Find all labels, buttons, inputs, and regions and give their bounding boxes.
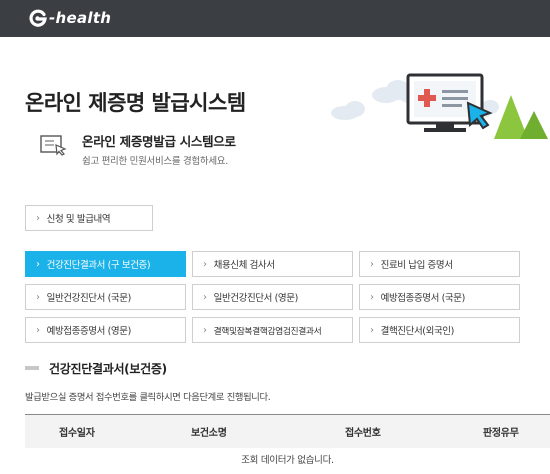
certificate-button-general-health-en[interactable]: › 일반건강진단서 (영문) (192, 284, 353, 310)
column-header-receipt-number: 접수번호 (345, 428, 381, 439)
results-table-header: 접수일자 보건소명 접수번호 판정유무 (25, 414, 550, 448)
column-header-judgment: 판정유무 (483, 428, 519, 439)
application-history-label: 신청 및 발급내역 (46, 214, 111, 225)
certificate-label: 일반건강진단서 (영문) (213, 293, 299, 304)
certificate-button-employment-exam[interactable]: › 채용신체 검사서 (192, 251, 353, 277)
column-header-date: 접수일자 (59, 428, 95, 439)
page-title: 온라인 제증명 발급시스템 (25, 91, 246, 115)
section-notice: 발급받으실 증명서 접수번호를 클릭하시면 다음단계로 진행됩니다. (25, 392, 271, 403)
certificate-label: 결핵및잠복결핵감염검진결과서 (213, 326, 322, 337)
intro-title: 온라인 제증명발급 시스템으로 (82, 134, 236, 149)
section-bar (25, 366, 39, 370)
chevron-right-icon: › (203, 324, 207, 336)
chevron-right-icon: › (203, 291, 207, 303)
certificate-button-vaccination-kr[interactable]: › 예방접종증명서 (국문) (359, 284, 520, 310)
chevron-right-icon: › (203, 258, 207, 270)
certificate-label: 결핵진단서(외국인) (380, 326, 455, 337)
column-header-health-center: 보건소명 (191, 428, 227, 439)
certificate-button-vaccination-en[interactable]: › 예방접종증명서 (영문) (25, 317, 186, 343)
brand-name: -health (49, 9, 112, 27)
certificate-label: 일반건강진단서 (국문) (46, 293, 132, 304)
brand-logo[interactable]: -health (28, 7, 111, 29)
chevron-right-icon: › (36, 291, 40, 303)
certificate-label: 예방접종증명서 (영문) (46, 326, 132, 337)
chevron-right-icon: › (36, 212, 40, 224)
certificate-label: 진료비 납입 증명서 (380, 260, 453, 271)
chevron-right-icon: › (370, 291, 374, 303)
certificate-button-tuberculosis-foreigner[interactable]: › 결핵진단서(외국인) (359, 317, 520, 343)
monitor-with-cursor-illustration (331, 73, 548, 139)
section-title-text: 건강진단결과서(보건증) (49, 361, 167, 376)
application-history-button[interactable]: › 신청 및 발급내역 (25, 205, 153, 231)
certificate-button-health-check[interactable]: › 건강진단결과서 (구 보건증) (25, 251, 186, 277)
table-empty-message: 조회 데이터가 없습니다. (241, 455, 334, 466)
chevron-right-icon: › (370, 258, 374, 270)
chevron-right-icon: › (36, 324, 40, 336)
chevron-right-icon: › (370, 324, 374, 336)
hero-banner: 온라인 제증명 발급시스템 (0, 37, 550, 139)
certificate-label: 건강진단결과서 (구 보건증) (46, 260, 151, 271)
document-cursor-icon (38, 130, 68, 160)
certificate-button-general-health-kr[interactable]: › 일반건강진단서 (국문) (25, 284, 186, 310)
certificate-button-tuberculosis-screening[interactable]: › 결핵및잠복결핵감염검진결과서 (192, 317, 353, 343)
section-title: 건강진단결과서(보건증) (25, 358, 167, 378)
intro-subtitle: 쉽고 편리한 민원서비스를 경험하세요. (82, 156, 228, 167)
top-bar: -health (0, 0, 550, 37)
g-swirl-logo-icon (28, 8, 48, 28)
chevron-right-icon: › (36, 258, 40, 270)
certificate-label: 예방접종증명서 (국문) (380, 293, 466, 304)
certificate-label: 채용신체 검사서 (213, 260, 275, 271)
certificate-button-medical-fee[interactable]: › 진료비 납입 증명서 (359, 251, 520, 277)
